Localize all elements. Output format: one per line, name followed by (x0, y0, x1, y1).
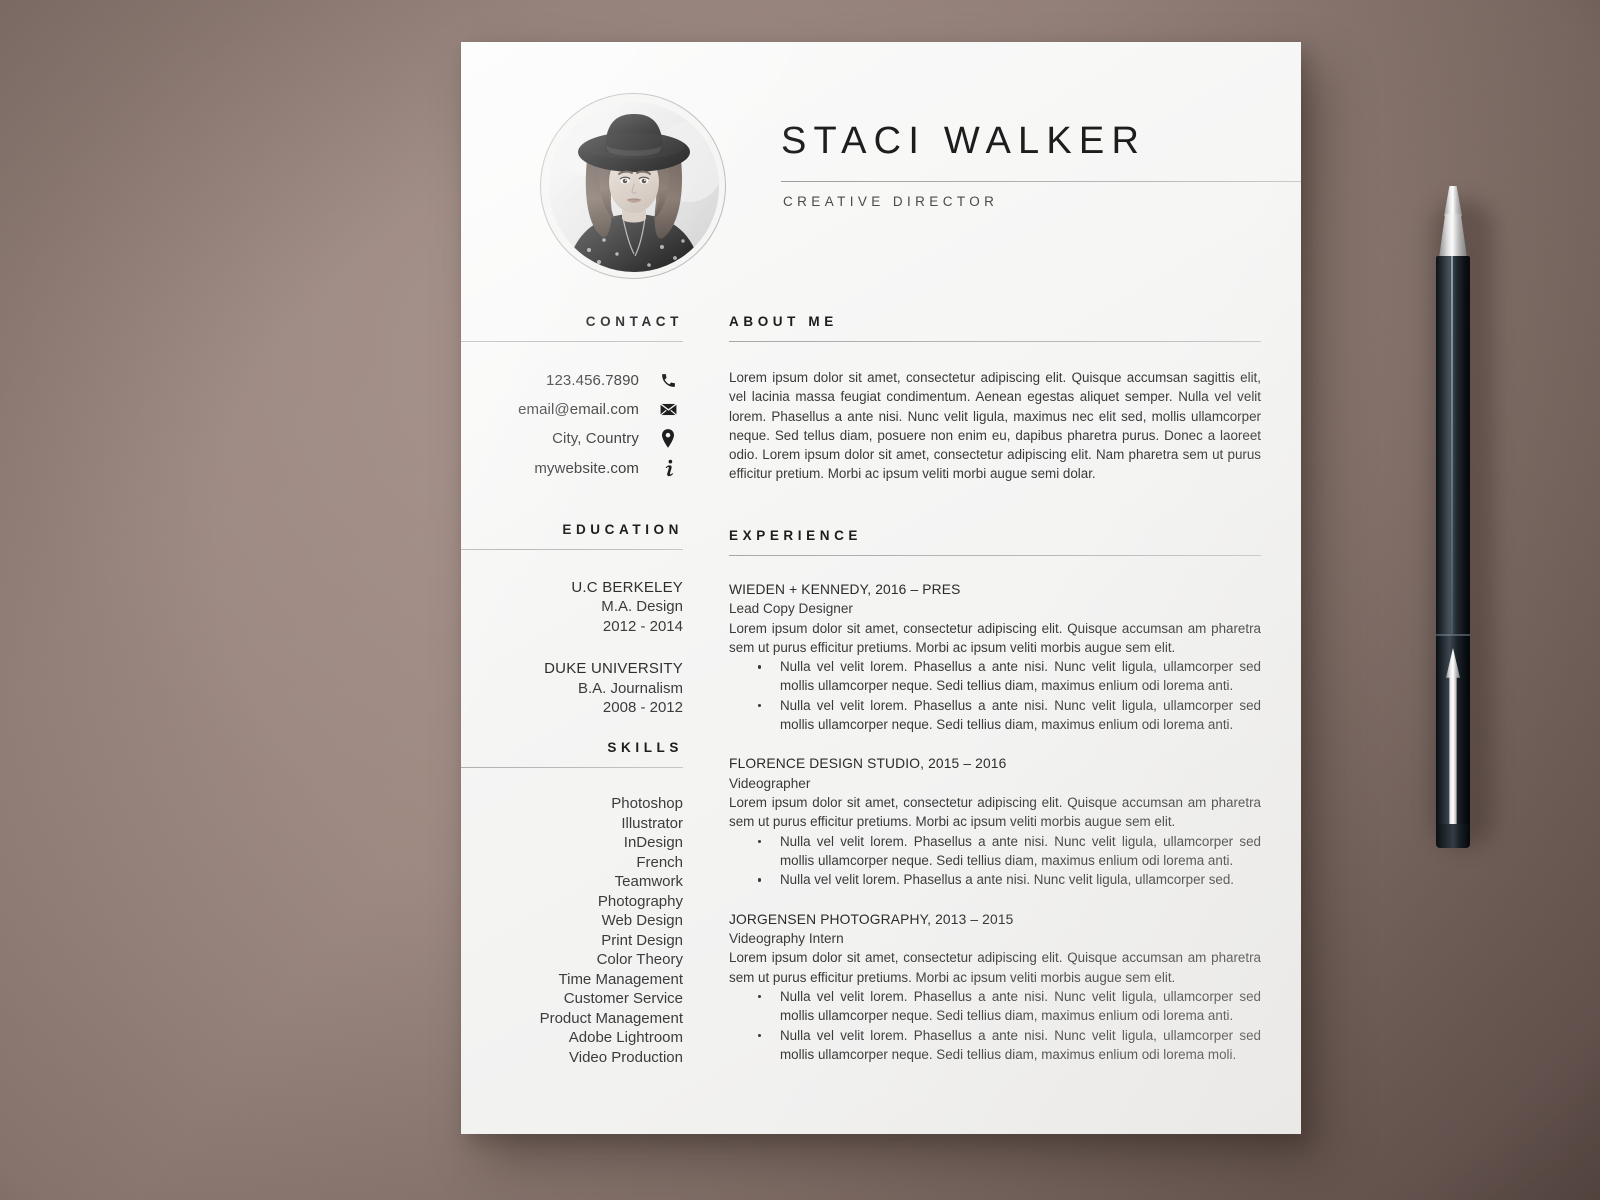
list-item: Web Design (601, 912, 683, 930)
experience-entry: WIEDEN + KENNEDY, 2016 – PRES Lead Copy … (729, 580, 1261, 735)
position-title: Lead Copy Designer (729, 601, 853, 617)
info-icon (653, 459, 683, 478)
responsibility-list: Nulla vel velit lorem. Phasellus a ante … (729, 987, 1261, 1064)
phone-icon (653, 372, 683, 389)
avatar-frame (540, 93, 726, 279)
sidebar-column: CONTACT 123.456.7890 email@email.com Cit… (461, 314, 701, 1067)
email-address: email@email.com (518, 400, 639, 418)
employer-and-dates: WIEDEN + KENNEDY, 2016 – PRES (729, 581, 961, 597)
school-name: U.C BERKELEY (571, 578, 683, 596)
about-paragraph: Lorem ipsum dolor sit amet, consectetur … (729, 370, 1261, 482)
contact-item-phone[interactable]: 123.456.7890 (461, 372, 683, 389)
list-item: Print Design (601, 931, 683, 949)
skills-section: SKILLS Photoshop Illustrator InDesign Fr… (461, 740, 683, 1067)
skills-heading: SKILLS (607, 740, 683, 756)
list-item: French (636, 853, 683, 871)
degree-name: M.A. Design (601, 598, 683, 616)
position-description: Lorem ipsum dolor sit amet, consectetur … (729, 795, 1261, 830)
location-pin-icon (653, 429, 683, 448)
degree-years: 2008 - 2012 (602, 699, 683, 717)
list-item: Customer Service (563, 990, 683, 1008)
list-item: Nulla vel velit lorem. Phasellus a ante … (729, 1026, 1261, 1065)
list-item: Video Production (569, 1048, 683, 1066)
education-entry: U.C BERKELEY M.A. Design 2012 - 2014 (461, 578, 683, 637)
list-item: Nulla vel velit lorem. Phasellus a ante … (729, 870, 1261, 889)
employer-and-dates: FLORENCE DESIGN STUDIO, 2015 – 2016 (729, 756, 1007, 772)
list-item: Color Theory (596, 951, 683, 969)
education-section: EDUCATION U.C BERKELEY M.A. Design 2012 … (461, 522, 683, 719)
website-url: mywebsite.com (534, 459, 639, 477)
name-block: STACI WALKER (781, 122, 1301, 160)
education-list: U.C BERKELEY M.A. Design 2012 - 2014 DUK… (461, 550, 683, 719)
pen-cap (1436, 256, 1470, 634)
resume-header: STACI WALKER CREATIVE DIRECTOR (461, 42, 1301, 314)
list-item: Adobe Lightroom (568, 1029, 683, 1047)
list-item: Nulla vel velit lorem. Phasellus a ante … (729, 832, 1261, 871)
contact-list: 123.456.7890 email@email.com City, Count… (461, 342, 683, 478)
responsibility-list: Nulla vel velit lorem. Phasellus a ante … (729, 832, 1261, 890)
contact-section: CONTACT 123.456.7890 email@email.com Cit… (461, 314, 683, 478)
list-item: Photography (597, 892, 683, 910)
contact-item-website[interactable]: mywebsite.com (461, 459, 683, 478)
education-entry: DUKE UNIVERSITY B.A. Journalism 2008 - 2… (461, 659, 683, 718)
list-item: Product Management (539, 1009, 683, 1027)
phone-number: 123.456.7890 (546, 372, 639, 389)
degree-years: 2012 - 2014 (602, 618, 683, 636)
list-item: Illustrator (621, 814, 683, 832)
list-item: Nulla vel velit lorem. Phasellus a ante … (729, 657, 1261, 696)
avatar (549, 102, 719, 272)
list-item: Time Management (558, 970, 684, 988)
responsibility-list: Nulla vel velit lorem. Phasellus a ante … (729, 657, 1261, 734)
pen-cap-highlight (1451, 256, 1453, 634)
envelope-icon (653, 400, 683, 419)
position-description: Lorem ipsum dolor sit amet, consectetur … (729, 620, 1261, 655)
position-title: Videography Intern (729, 931, 844, 947)
experience-heading: EXPERIENCE (729, 527, 863, 543)
list-item: Nulla vel velit lorem. Phasellus a ante … (729, 987, 1261, 1026)
fountain-pen (1424, 186, 1494, 848)
experience-section: EXPERIENCE WIEDEN + KENNEDY, 2016 – PRES… (729, 528, 1261, 1064)
portrait-photo-icon (549, 102, 719, 272)
header-divider (781, 181, 1301, 182)
pen-end-cap (1436, 824, 1470, 848)
about-section: ABOUT ME Lorem ipsum dolor sit amet, con… (729, 314, 1261, 484)
position-title: Videographer (729, 775, 811, 791)
experience-entry: JORGENSEN PHOTOGRAPHY, 2013 – 2015 Video… (729, 910, 1261, 1065)
list-item: Teamwork (614, 873, 683, 891)
list-item: Photoshop (611, 795, 683, 813)
list-item: InDesign (623, 834, 683, 852)
school-name: DUKE UNIVERSITY (544, 659, 683, 677)
pen-seam (1436, 634, 1470, 636)
about-body: Lorem ipsum dolor sit amet, consectetur … (729, 342, 1261, 484)
experience-list: WIEDEN + KENNEDY, 2016 – PRES Lead Copy … (729, 556, 1261, 1064)
job-title-subtitle: CREATIVE DIRECTOR (783, 194, 999, 209)
list-item: Nulla vel velit lorem. Phasellus a ante … (729, 696, 1261, 735)
experience-entry: FLORENCE DESIGN STUDIO, 2015 – 2016 Vide… (729, 754, 1261, 889)
degree-name: B.A. Journalism (577, 679, 683, 697)
contact-item-email[interactable]: email@email.com (461, 400, 683, 419)
position-description: Lorem ipsum dolor sit amet, consectetur … (729, 950, 1261, 985)
employer-and-dates: JORGENSEN PHOTOGRAPHY, 2013 – 2015 (729, 911, 1014, 927)
skills-list: Photoshop Illustrator InDesign French Te… (461, 768, 683, 1067)
page-title: STACI WALKER (781, 120, 1147, 162)
location-text: City, Country (552, 430, 639, 447)
resume-page: STACI WALKER CREATIVE DIRECTOR CONTACT 1… (461, 42, 1301, 1134)
contact-item-location[interactable]: City, Country (461, 429, 683, 448)
education-heading: EDUCATION (562, 521, 683, 537)
about-heading: ABOUT ME (729, 314, 838, 329)
main-column: ABOUT ME Lorem ipsum dolor sit amet, con… (729, 314, 1301, 1084)
contact-heading: CONTACT (585, 314, 683, 329)
